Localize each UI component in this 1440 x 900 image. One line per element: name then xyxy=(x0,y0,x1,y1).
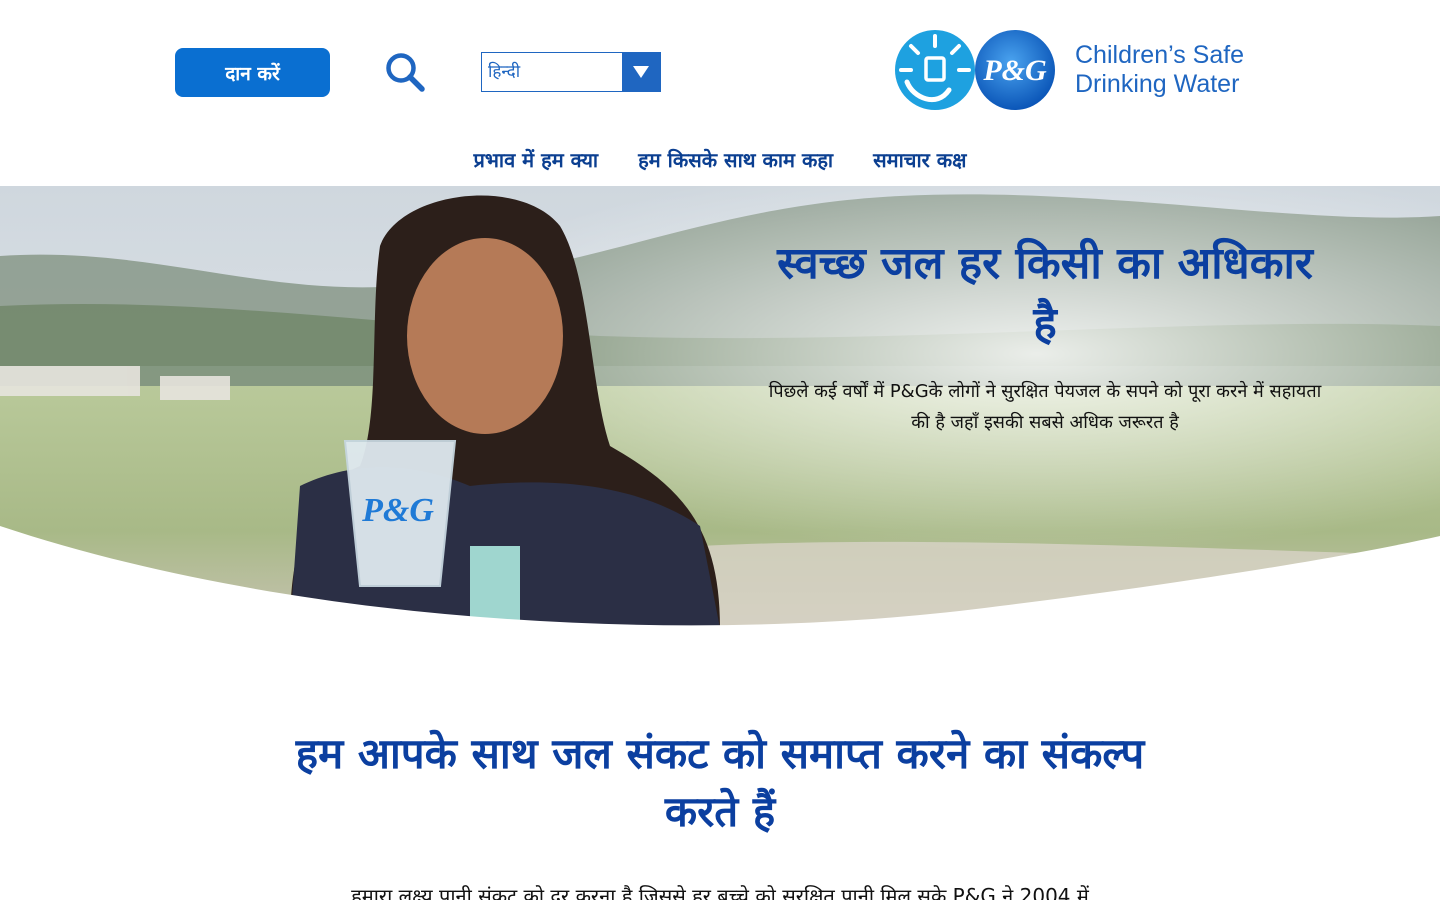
svg-text:P&G: P&G xyxy=(361,492,434,529)
language-dropdown-toggle[interactable] xyxy=(622,53,660,91)
section-title: हम आपके साथ जल संकट को समाप्त करने का सं… xyxy=(295,729,1145,836)
water-drop-logo-icon: P&G xyxy=(895,30,1055,110)
main-nav: प्रभाव में हम क्या हम किसके साथ काम कहा … xyxy=(0,140,1440,180)
chevron-down-icon xyxy=(633,66,649,78)
donate-button[interactable]: दान करें xyxy=(175,48,330,97)
hero-title: स्वच्छ जल हर किसी का अधिकार है xyxy=(777,238,1313,349)
logo-text-line2: Drinking Water xyxy=(1075,70,1240,98)
logo-text-line1: Children’s Safe xyxy=(1075,41,1245,69)
site-logo[interactable]: P&G Children’s Safe Drinking Water xyxy=(893,28,1273,112)
logo-text: Children’s Safe Drinking Water xyxy=(1075,41,1244,99)
nav-item-newsroom[interactable]: समाचार कक्ष xyxy=(873,140,966,180)
section-body: हमारा लक्ष्य पानी संकट को दूर करना है जि… xyxy=(351,884,1089,900)
nav-item-partners[interactable]: हम किसके साथ काम कहा xyxy=(638,140,833,180)
nav-item-impact[interactable]: प्रभाव में हम क्या xyxy=(473,140,598,180)
hero-banner: P&G स्वच्छ जल हर किसी का अधिकार है पिछले… xyxy=(0,186,1440,628)
language-selected-value: हिन्दी xyxy=(488,62,521,82)
search-icon xyxy=(386,53,425,92)
pg-badge-text: P&G xyxy=(982,54,1047,87)
site-header: दान करें हिन्दी P&G Children’s Safe Drin… xyxy=(0,0,1440,186)
search-button[interactable] xyxy=(383,50,427,94)
hero-subtitle: पिछले कई वर्षों में P&Gके लोगों ने सुरक्… xyxy=(768,381,1322,433)
language-select[interactable]: हिन्दी xyxy=(481,52,661,92)
